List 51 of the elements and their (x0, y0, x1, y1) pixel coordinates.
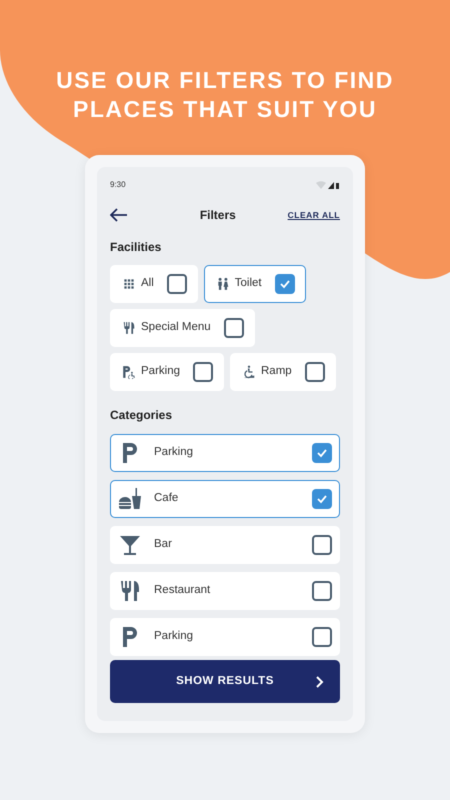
category-row[interactable]: Cafe (110, 480, 340, 518)
facility-label: Ramp (261, 364, 292, 380)
check-icon (316, 493, 328, 505)
cutlery-icon (122, 321, 136, 335)
category-label: Parking (154, 445, 193, 460)
chevron-right-icon (316, 676, 324, 688)
facility-chip[interactable]: Toilet (204, 265, 306, 303)
checkbox[interactable] (193, 362, 213, 382)
cocktail-icon (118, 533, 142, 557)
back-arrow-icon[interactable] (110, 208, 128, 222)
grid-icon (122, 277, 136, 291)
checkbox[interactable] (312, 581, 332, 601)
clear-all-link[interactable]: CLEAR ALL (288, 208, 340, 222)
category-label: Cafe (154, 491, 178, 506)
category-row[interactable]: Parking (110, 618, 340, 656)
check-icon (278, 278, 291, 290)
facility-label: Parking (141, 364, 180, 380)
status-time: 9:30 (110, 179, 126, 191)
section-title: Facilities (110, 239, 162, 256)
section-title: Categories (110, 407, 174, 424)
wheelchair-icon (242, 365, 256, 379)
facility-label: Special Menu (141, 320, 211, 336)
headline: USE OUR FILTERS TO FIND PLACES THAT SUIT YOU (55, 66, 395, 124)
checkbox[interactable] (312, 535, 332, 555)
screen-title: Filters (200, 207, 236, 224)
burger-drink-icon (118, 487, 142, 511)
category-row[interactable]: Restaurant (110, 572, 340, 610)
checkbox[interactable] (274, 274, 295, 294)
facility-chip[interactable]: All (110, 265, 198, 303)
show-results-button[interactable]: SHOW RESULTS (110, 660, 340, 703)
check-icon (316, 447, 328, 459)
category-label: Bar (154, 537, 172, 552)
toilet-icon (216, 277, 230, 291)
accessible-parking-icon (122, 365, 136, 379)
category-row[interactable]: Parking (110, 434, 340, 472)
category-label: Parking (154, 629, 193, 644)
facility-label: All (141, 276, 154, 292)
facility-chip[interactable]: Special Menu (110, 309, 255, 347)
checkbox[interactable] (166, 274, 187, 294)
checkbox[interactable] (304, 362, 325, 382)
category-row[interactable]: Bar (110, 526, 340, 564)
category-label: Restaurant (154, 583, 210, 598)
checkbox[interactable] (224, 318, 244, 338)
checkbox[interactable] (312, 489, 332, 509)
checkbox[interactable] (312, 627, 332, 647)
status-icons (316, 181, 340, 189)
cutlery-icon (118, 579, 142, 603)
facility-chip[interactable]: Ramp (230, 353, 336, 391)
facility-chip[interactable]: Parking (110, 353, 224, 391)
checkbox[interactable] (312, 443, 332, 463)
facility-label: Toilet (234, 276, 262, 292)
